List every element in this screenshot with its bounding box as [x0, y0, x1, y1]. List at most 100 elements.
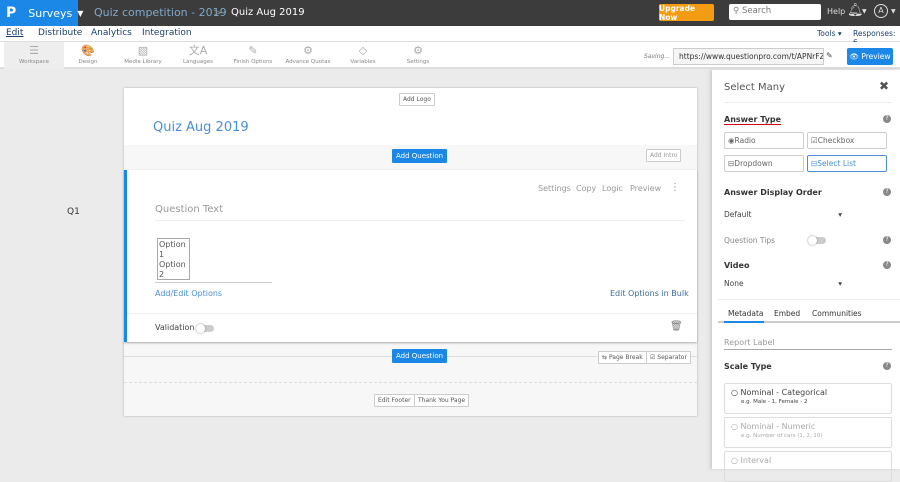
page-break-icon: ⇆: [602, 354, 609, 361]
type-label: Dropdown: [734, 159, 773, 168]
type-select-list[interactable]: ⊟Select List: [807, 155, 887, 172]
logo: P: [6, 5, 17, 21]
help-link[interactable]: Help: [827, 7, 845, 16]
select-value: None: [724, 279, 744, 288]
upgrade-button[interactable]: Upgrade Now: [659, 4, 714, 22]
chevron-down-icon: ▼: [891, 8, 896, 15]
help-icon[interactable]: ?: [883, 261, 891, 269]
close-icon[interactable]: ✖: [879, 79, 889, 93]
tool-workspace[interactable]: ☰ Workspace: [4, 42, 64, 69]
tool-label: Finish Options: [233, 59, 273, 65]
help-icon[interactable]: ?: [883, 236, 891, 244]
scale-nominal-numeric[interactable]: ○ Nominal - Numeric e.g. Number of cars (…: [724, 417, 892, 448]
tool-label: Languages: [182, 59, 213, 65]
surveys-menu[interactable]: P Surveys ▼: [0, 0, 83, 26]
more-vertical-icon[interactable]: ⋮: [670, 182, 680, 193]
radio-icon: ○: [731, 388, 741, 397]
scale-example: e.g. Number of cars (1, 2, 10): [741, 433, 823, 439]
question-settings-link[interactable]: Settings: [538, 184, 571, 193]
main-nav: [0, 26, 900, 42]
nav-distribute[interactable]: Distribute: [38, 28, 82, 38]
chevron-down-icon: ▼: [77, 8, 84, 18]
help-icon[interactable]: ?: [883, 362, 891, 370]
checkbox-icon: ☑: [811, 136, 818, 145]
tool-design[interactable]: 🎨 Design: [58, 42, 118, 69]
avatar[interactable]: A: [874, 4, 888, 18]
scale-nominal-categorical[interactable]: ○ Nominal - Categorical e.g. Male - 1, Fe…: [724, 383, 892, 414]
page-break-button[interactable]: ⇆ Page Break: [598, 351, 647, 364]
breadcrumb-current: Quiz Aug 2019: [231, 7, 305, 18]
tools-menu[interactable]: Tools ▾: [817, 29, 842, 38]
edit-options-bulk-link[interactable]: Edit Options in Bulk: [610, 289, 689, 298]
option-item[interactable]: Option 2: [159, 260, 188, 280]
validation-toggle[interactable]: [196, 325, 214, 332]
pencil-icon[interactable]: ✎: [826, 51, 833, 60]
caret-down-icon: ▾: [838, 210, 842, 219]
display-order-select[interactable]: Default ▾: [724, 210, 842, 219]
tool-media-library[interactable]: ▧ Media Library: [113, 42, 173, 69]
scale-type-label: Scale Type: [724, 362, 772, 371]
option-item[interactable]: Option 1: [159, 240, 188, 260]
question-copy-link[interactable]: Copy: [576, 184, 596, 193]
nav-integration[interactable]: Integration: [142, 28, 192, 38]
question-preview-link[interactable]: Preview: [630, 184, 661, 193]
wand-icon: ✎: [248, 44, 258, 57]
type-label: Select List: [817, 159, 856, 168]
trash-icon[interactable]: 🗑︎: [670, 321, 683, 332]
question-block: [124, 170, 697, 342]
video-select[interactable]: None ▾: [724, 279, 842, 288]
survey-url-field[interactable]: https://www.questionpro.com/t/APNrFZeyie: [673, 48, 824, 65]
tab-communities[interactable]: Communities: [812, 309, 862, 318]
divider: [155, 282, 272, 283]
breadcrumb-parent[interactable]: Quiz competition - 2019: [94, 6, 227, 19]
survey-title[interactable]: Quiz Aug 2019: [153, 120, 249, 135]
select-value: Default: [724, 210, 752, 219]
scale-name: Nominal - Numeric: [740, 422, 816, 431]
eye-icon: 👁︎: [849, 52, 862, 61]
add-logo-button[interactable]: Add Logo: [399, 93, 435, 106]
question-text-input[interactable]: Question Text: [155, 204, 223, 215]
tool-languages[interactable]: 文A Languages: [168, 42, 228, 69]
thank-you-page-button[interactable]: Thank You Page: [414, 394, 470, 407]
breadcrumb-separator: >: [213, 6, 223, 19]
divider: [127, 313, 697, 314]
tool-variables[interactable]: ◇ Variables: [333, 42, 393, 69]
tool-label: Advance Quotas: [285, 59, 331, 65]
scale-name: Nominal - Categorical: [740, 388, 828, 397]
tab-metadata[interactable]: Metadata: [728, 309, 764, 318]
help-icon[interactable]: ?: [883, 115, 891, 123]
select-list-preview[interactable]: Option 1 Option 2: [157, 238, 190, 280]
add-question-button[interactable]: Add Question: [392, 349, 448, 363]
type-checkbox[interactable]: ☑Checkbox: [807, 132, 887, 149]
tool-finish-options[interactable]: ✎ Finish Options: [223, 42, 283, 69]
tool-label: Settings: [406, 59, 430, 65]
caret-down-icon: ▾: [838, 279, 842, 288]
preview-button[interactable]: 👁︎ Preview: [847, 48, 893, 65]
add-question-button[interactable]: Add Question: [392, 149, 448, 163]
validation-label: Validation: [155, 323, 195, 332]
scale-name: Interval: [740, 456, 772, 465]
radio-icon: ○: [731, 422, 741, 431]
quotas-icon: ⚙: [303, 44, 313, 57]
scale-interval[interactable]: ○ Interval: [724, 451, 892, 482]
search-input[interactable]: ⚲ Search: [729, 4, 821, 20]
question-number: Q1: [67, 207, 80, 217]
tool-settings[interactable]: ⚙ Settings: [388, 42, 448, 69]
saving-status: Saving...: [644, 53, 671, 60]
nav-analytics[interactable]: Analytics: [91, 28, 132, 38]
add-edit-options-link[interactable]: Add/Edit Options: [155, 289, 222, 298]
type-radio[interactable]: ◉Radio: [724, 132, 804, 149]
separator-button[interactable]: ☑ Separator: [646, 351, 691, 364]
nav-edit[interactable]: Edit: [6, 28, 23, 38]
tool-label: Variables: [350, 59, 376, 65]
report-label-input[interactable]: Report Label: [724, 338, 892, 350]
tab-embed[interactable]: Embed: [774, 309, 800, 318]
tool-advance-quotas[interactable]: ⚙ Advance Quotas: [278, 42, 338, 69]
edit-footer-button[interactable]: Edit Footer: [374, 394, 415, 407]
search-placeholder: Search: [741, 6, 772, 16]
add-intro-button[interactable]: Add Intro: [646, 149, 682, 162]
question-logic-link[interactable]: Logic: [602, 184, 623, 193]
help-icon[interactable]: ?: [883, 188, 891, 196]
type-dropdown[interactable]: ⊟Dropdown: [724, 155, 804, 172]
question-tips-toggle[interactable]: [808, 237, 826, 244]
